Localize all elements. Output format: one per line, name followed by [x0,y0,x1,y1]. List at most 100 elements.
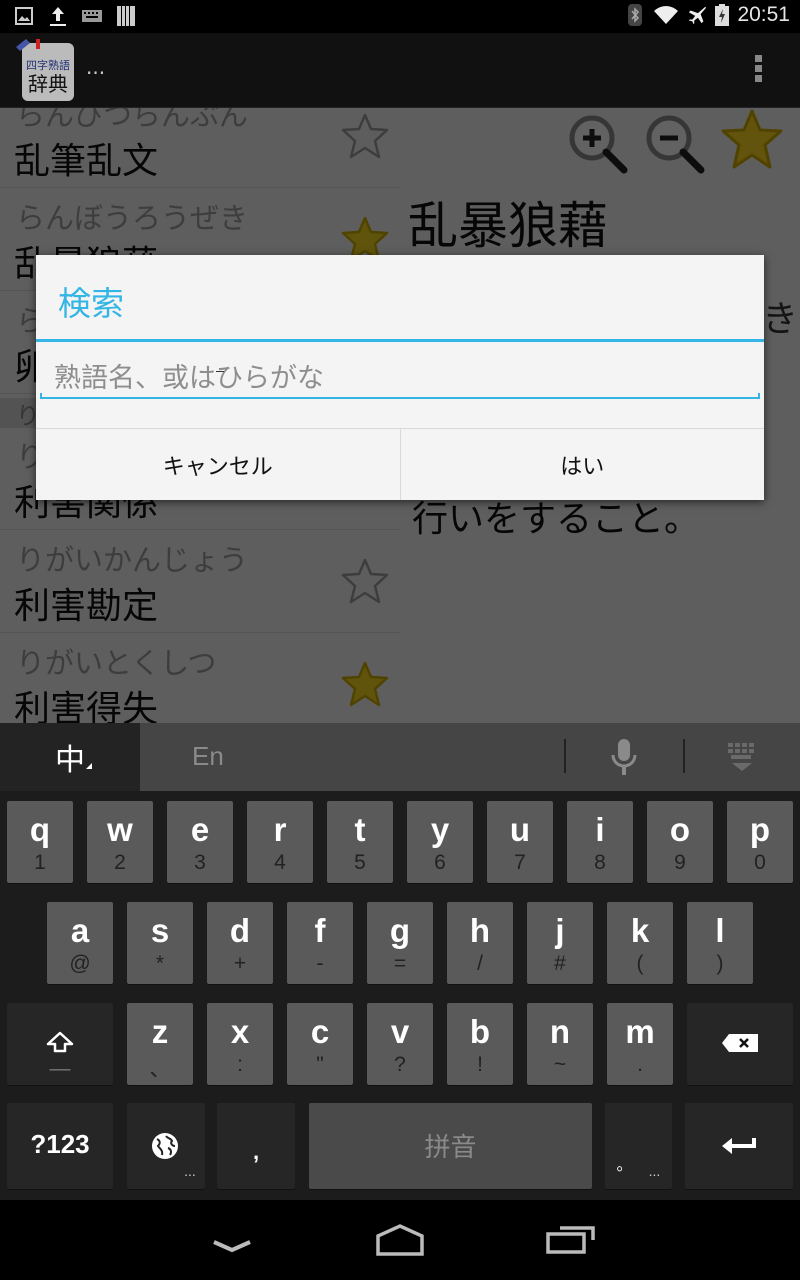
key-f[interactable]: f- [287,902,353,984]
home-icon[interactable] [370,1220,430,1260]
key-sub-label: + [233,952,247,975]
key-r[interactable]: r4 [247,801,313,883]
search-dialog: 検索 熟語名、或はひらがな キャンセル はい [36,255,764,500]
key-sub-label: : [237,1053,243,1076]
key-j[interactable]: j # [527,902,593,984]
overflow-menu-icon[interactable] [752,55,764,87]
app-icon-text-top: 四字熟語 [26,58,70,72]
key-t[interactable]: t5 [327,801,393,883]
key-label: z [151,1013,169,1050]
key-label: u [509,811,531,848]
key-label: j [555,912,565,949]
key-sub-label: = [393,952,407,975]
key-label: i [595,811,605,848]
key-a[interactable]: a @ [47,902,113,984]
key-label: c [310,1013,330,1050]
bluetooth-icon [625,4,645,26]
soft-keyboard: q1 w2 e3 r4 t5 y6 u7 i8 o9 p0 a @ s * d + f… [0,791,800,1200]
key-label: 拼音 [424,1133,477,1163]
key-e[interactable]: e3 [167,801,233,883]
space-key[interactable]: 拼音 [309,1103,592,1189]
key-label: q [29,811,51,848]
key-label: h [469,912,491,949]
ok-button[interactable]: はい [399,429,765,500]
dialog-title: 検索 [58,284,124,323]
language-label: 中 [55,743,85,778]
status-bar: 20:51 [0,0,800,33]
barcode-icon [116,5,136,27]
key-u[interactable]: u7 [487,801,553,883]
key-q[interactable]: q1 [7,801,73,883]
key-o[interactable]: o9 [647,801,713,883]
key-sub-label: 8 [594,851,606,874]
key-h[interactable]: h / [447,902,513,984]
key-label: g [389,912,411,949]
enter-key[interactable] [685,1103,793,1189]
key-p[interactable]: p0 [727,801,793,883]
search-input-placeholder: 熟語名、或はひらがな [54,363,324,394]
key-n[interactable]: n ~ [527,1003,593,1085]
key-y[interactable]: y6 [407,801,473,883]
key-sub-label: ) [716,952,724,975]
key-sub-label: @ [69,952,91,975]
key-label: o [669,811,691,848]
keyboard-candidate-bar: 中 En [0,723,800,791]
symbols-key[interactable]: ?123 [7,1103,113,1189]
key-label: e [190,811,210,848]
key-s[interactable]: s * [127,902,193,984]
search-input[interactable]: 熟語名、或はひらがな [40,347,760,399]
key-g[interactable]: g = [367,902,433,984]
key-sub-label: 4 [274,851,286,874]
key-sub-label: ~ [553,1053,567,1076]
key-c[interactable]: c " [287,1003,353,1085]
back-icon[interactable] [202,1220,262,1260]
image-icon [14,5,34,27]
backspace-key[interactable] [687,1003,793,1085]
key-label: , [252,1139,260,1164]
alt-language-button[interactable]: En [192,741,224,772]
key-m[interactable]: m. [607,1003,673,1085]
app-title: ... [86,55,106,79]
key-b[interactable]: b! [447,1003,513,1085]
airplane-icon [687,4,707,26]
key-label: ?123 [30,1129,90,1159]
key-sub-label: 2 [114,851,126,874]
key-more-indicator: ... [648,1163,661,1179]
key-sub-label: 、 [149,1058,171,1081]
key-label: d [229,912,251,949]
key-label: l [715,912,725,949]
key-label: s [150,912,170,949]
key-sub-label: 1 [34,851,46,874]
input-underline-tick [40,393,42,399]
key-w[interactable]: w2 [87,801,153,883]
recents-icon[interactable] [540,1220,600,1260]
app-icon-text-bottom: 辞典 [28,72,68,96]
divider [564,739,566,773]
key-i[interactable]: i8 [567,801,633,883]
cancel-button[interactable]: キャンセル [36,429,400,500]
key-x[interactable]: x: [207,1003,273,1085]
language-menu-indicator [86,763,92,769]
key-sub-label: ! [477,1053,483,1076]
language-key[interactable]: ... [127,1103,205,1189]
microphone-icon[interactable] [608,737,640,777]
comma-key[interactable]: , [217,1103,295,1189]
key-k[interactable]: k( [607,902,673,984]
enter-icon [722,1138,756,1154]
backspace-icon [722,1034,758,1052]
key-sub-label: 6 [434,851,446,874]
period-key[interactable]: 。 ... [605,1103,672,1189]
key-sub-label: 3 [194,851,206,874]
key-d[interactable]: d + [207,902,273,984]
key-l[interactable]: l) [687,902,753,984]
shift-key[interactable]: — [7,1003,113,1085]
key-z[interactable]: z、 [127,1003,193,1085]
key-sub-label: - [316,952,324,975]
language-switch-button[interactable]: 中 [0,723,140,791]
globe-icon [152,1133,178,1159]
key-sub-label: # [554,952,566,975]
key-sub-label: " [316,1053,324,1076]
hide-keyboard-icon[interactable] [726,741,758,773]
app-icon[interactable]: 四字熟語 辞典 [16,39,74,101]
key-v[interactable]: v? [367,1003,433,1085]
